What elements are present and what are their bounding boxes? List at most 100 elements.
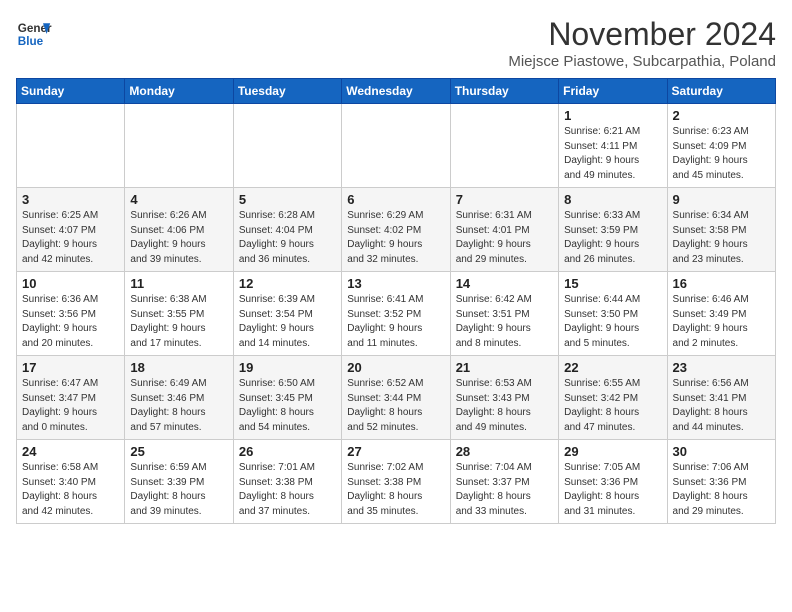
- calendar-day-cell: 16 Sunrise: 6:46 AM Sunset: 3:49 PM Dayli…: [667, 272, 775, 356]
- logo: General Blue: [16, 16, 52, 52]
- day-detail: Sunrise: 6:42 AM Sunset: 3:51 PM Dayligh…: [456, 293, 553, 351]
- calendar-day-cell: 1 Sunrise: 6:21 AM Sunset: 4:11 PM Daylig…: [559, 104, 667, 188]
- day-detail: Sunrise: 6:55 AM Sunset: 3:42 PM Dayligh…: [564, 377, 661, 435]
- day-number: 20: [347, 360, 444, 375]
- day-detail: Sunrise: 6:49 AM Sunset: 3:46 PM Dayligh…: [130, 377, 227, 435]
- calendar-day-cell: 27Sunrise: 7:02 AM Sunset: 3:38 PM Dayli…: [342, 440, 450, 524]
- day-of-week-header: Sunday: [17, 79, 125, 104]
- calendar-day-cell: 18 Sunrise: 6:49 AM Sunset: 3:46 PM Dayli…: [125, 356, 233, 440]
- day-number: 2: [673, 108, 770, 123]
- calendar-day-cell: 23 Sunrise: 6:56 AM Sunset: 3:41 PM Dayli…: [667, 356, 775, 440]
- day-detail: Sunrise: 6:25 AM Sunset: 4:07 PM Dayligh…: [22, 209, 119, 267]
- day-detail: Sunrise: 6:39 AM Sunset: 3:54 PM Dayligh…: [239, 293, 336, 351]
- day-detail: Sunrise: 6:47 AM Sunset: 3:47 PM Dayligh…: [22, 377, 119, 435]
- calendar-day-cell: 22 Sunrise: 6:55 AM Sunset: 3:42 PM Dayli…: [559, 356, 667, 440]
- day-number: 8: [564, 192, 661, 207]
- calendar-day-cell: 25Sunrise: 6:59 AM Sunset: 3:39 PM Dayli…: [125, 440, 233, 524]
- calendar-day-cell: 7 Sunrise: 6:31 AM Sunset: 4:01 PM Daylig…: [450, 188, 558, 272]
- day-number: 24: [22, 444, 119, 459]
- calendar-day-cell: 2Sunrise: 6:23 AM Sunset: 4:09 PM Daylig…: [667, 104, 775, 188]
- day-detail: Sunrise: 7:04 AM Sunset: 3:37 PM Dayligh…: [456, 461, 553, 519]
- calendar-day-cell: [450, 104, 558, 188]
- day-number: 5: [239, 192, 336, 207]
- day-number: 13: [347, 276, 444, 291]
- calendar-day-cell: [233, 104, 341, 188]
- calendar-week-row: 17 Sunrise: 6:47 AM Sunset: 3:47 PM Dayli…: [17, 356, 776, 440]
- calendar-day-cell: 15 Sunrise: 6:44 AM Sunset: 3:50 PM Dayli…: [559, 272, 667, 356]
- calendar-week-row: 1 Sunrise: 6:21 AM Sunset: 4:11 PM Daylig…: [17, 104, 776, 188]
- day-number: 28: [456, 444, 553, 459]
- day-detail: Sunrise: 6:34 AM Sunset: 3:58 PM Dayligh…: [673, 209, 770, 267]
- day-detail: Sunrise: 6:31 AM Sunset: 4:01 PM Dayligh…: [456, 209, 553, 267]
- day-number: 22: [564, 360, 661, 375]
- day-number: 11: [130, 276, 227, 291]
- day-number: 19: [239, 360, 336, 375]
- day-detail: Sunrise: 6:53 AM Sunset: 3:43 PM Dayligh…: [456, 377, 553, 435]
- day-number: 4: [130, 192, 227, 207]
- day-detail: Sunrise: 6:44 AM Sunset: 3:50 PM Dayligh…: [564, 293, 661, 351]
- day-number: 23: [673, 360, 770, 375]
- day-number: 27: [347, 444, 444, 459]
- day-number: 29: [564, 444, 661, 459]
- logo-icon: General Blue: [16, 16, 52, 52]
- day-detail: Sunrise: 6:21 AM Sunset: 4:11 PM Dayligh…: [564, 125, 661, 183]
- calendar-day-cell: 29 Sunrise: 7:05 AM Sunset: 3:36 PM Dayli…: [559, 440, 667, 524]
- day-detail: Sunrise: 6:50 AM Sunset: 3:45 PM Dayligh…: [239, 377, 336, 435]
- day-of-week-header: Monday: [125, 79, 233, 104]
- title-block: November 2024 Miejsce Piastowe, Subcarpa…: [508, 16, 776, 70]
- calendar-day-cell: [125, 104, 233, 188]
- day-number: 9: [673, 192, 770, 207]
- day-number: 18: [130, 360, 227, 375]
- day-number: 10: [22, 276, 119, 291]
- calendar-day-cell: 8Sunrise: 6:33 AM Sunset: 3:59 PM Daylig…: [559, 188, 667, 272]
- day-number: 30: [673, 444, 770, 459]
- day-number: 21: [456, 360, 553, 375]
- day-number: 25: [130, 444, 227, 459]
- calendar-day-cell: 28 Sunrise: 7:04 AM Sunset: 3:37 PM Dayli…: [450, 440, 558, 524]
- day-detail: Sunrise: 6:26 AM Sunset: 4:06 PM Dayligh…: [130, 209, 227, 267]
- day-detail: Sunrise: 6:58 AM Sunset: 3:40 PM Dayligh…: [22, 461, 119, 519]
- calendar-day-cell: 26 Sunrise: 7:01 AM Sunset: 3:38 PM Dayli…: [233, 440, 341, 524]
- subtitle: Miejsce Piastowe, Subcarpathia, Poland: [508, 53, 776, 70]
- page-header: General Blue November 2024 Miejsce Piast…: [16, 16, 776, 70]
- calendar-day-cell: 4 Sunrise: 6:26 AM Sunset: 4:06 PM Daylig…: [125, 188, 233, 272]
- calendar-table: SundayMondayTuesdayWednesdayThursdayFrid…: [16, 78, 776, 524]
- calendar-day-cell: 11 Sunrise: 6:38 AM Sunset: 3:55 PM Dayli…: [125, 272, 233, 356]
- calendar-day-cell: 21 Sunrise: 6:53 AM Sunset: 3:43 PM Dayli…: [450, 356, 558, 440]
- calendar-day-cell: [17, 104, 125, 188]
- day-number: 26: [239, 444, 336, 459]
- calendar-day-cell: [342, 104, 450, 188]
- day-number: 15: [564, 276, 661, 291]
- day-number: 17: [22, 360, 119, 375]
- calendar-day-cell: 12 Sunrise: 6:39 AM Sunset: 3:54 PM Dayli…: [233, 272, 341, 356]
- day-detail: Sunrise: 6:28 AM Sunset: 4:04 PM Dayligh…: [239, 209, 336, 267]
- day-detail: Sunrise: 7:05 AM Sunset: 3:36 PM Dayligh…: [564, 461, 661, 519]
- day-number: 7: [456, 192, 553, 207]
- day-number: 6: [347, 192, 444, 207]
- calendar-week-row: 3 Sunrise: 6:25 AM Sunset: 4:07 PM Daylig…: [17, 188, 776, 272]
- day-of-week-header: Wednesday: [342, 79, 450, 104]
- svg-text:Blue: Blue: [18, 35, 44, 48]
- calendar-week-row: 24 Sunrise: 6:58 AM Sunset: 3:40 PM Dayli…: [17, 440, 776, 524]
- day-number: 3: [22, 192, 119, 207]
- day-number: 12: [239, 276, 336, 291]
- day-detail: Sunrise: 6:56 AM Sunset: 3:41 PM Dayligh…: [673, 377, 770, 435]
- day-number: 14: [456, 276, 553, 291]
- day-detail: Sunrise: 6:38 AM Sunset: 3:55 PM Dayligh…: [130, 293, 227, 351]
- calendar-day-cell: 6Sunrise: 6:29 AM Sunset: 4:02 PM Daylig…: [342, 188, 450, 272]
- day-detail: Sunrise: 6:46 AM Sunset: 3:49 PM Dayligh…: [673, 293, 770, 351]
- day-number: 1: [564, 108, 661, 123]
- calendar-day-cell: 5 Sunrise: 6:28 AM Sunset: 4:04 PM Daylig…: [233, 188, 341, 272]
- day-detail: Sunrise: 7:01 AM Sunset: 3:38 PM Dayligh…: [239, 461, 336, 519]
- calendar-day-cell: 9 Sunrise: 6:34 AM Sunset: 3:58 PM Daylig…: [667, 188, 775, 272]
- calendar-day-cell: 10Sunrise: 6:36 AM Sunset: 3:56 PM Dayli…: [17, 272, 125, 356]
- calendar-day-cell: 3 Sunrise: 6:25 AM Sunset: 4:07 PM Daylig…: [17, 188, 125, 272]
- day-of-week-header: Thursday: [450, 79, 558, 104]
- calendar-day-cell: 24 Sunrise: 6:58 AM Sunset: 3:40 PM Dayli…: [17, 440, 125, 524]
- calendar-day-cell: 19 Sunrise: 6:50 AM Sunset: 3:45 PM Dayli…: [233, 356, 341, 440]
- calendar-day-cell: 20Sunrise: 6:52 AM Sunset: 3:44 PM Dayli…: [342, 356, 450, 440]
- day-detail: Sunrise: 6:41 AM Sunset: 3:52 PM Dayligh…: [347, 293, 444, 351]
- main-title: November 2024: [508, 16, 776, 53]
- day-number: 16: [673, 276, 770, 291]
- calendar-day-cell: 30Sunrise: 7:06 AM Sunset: 3:36 PM Dayli…: [667, 440, 775, 524]
